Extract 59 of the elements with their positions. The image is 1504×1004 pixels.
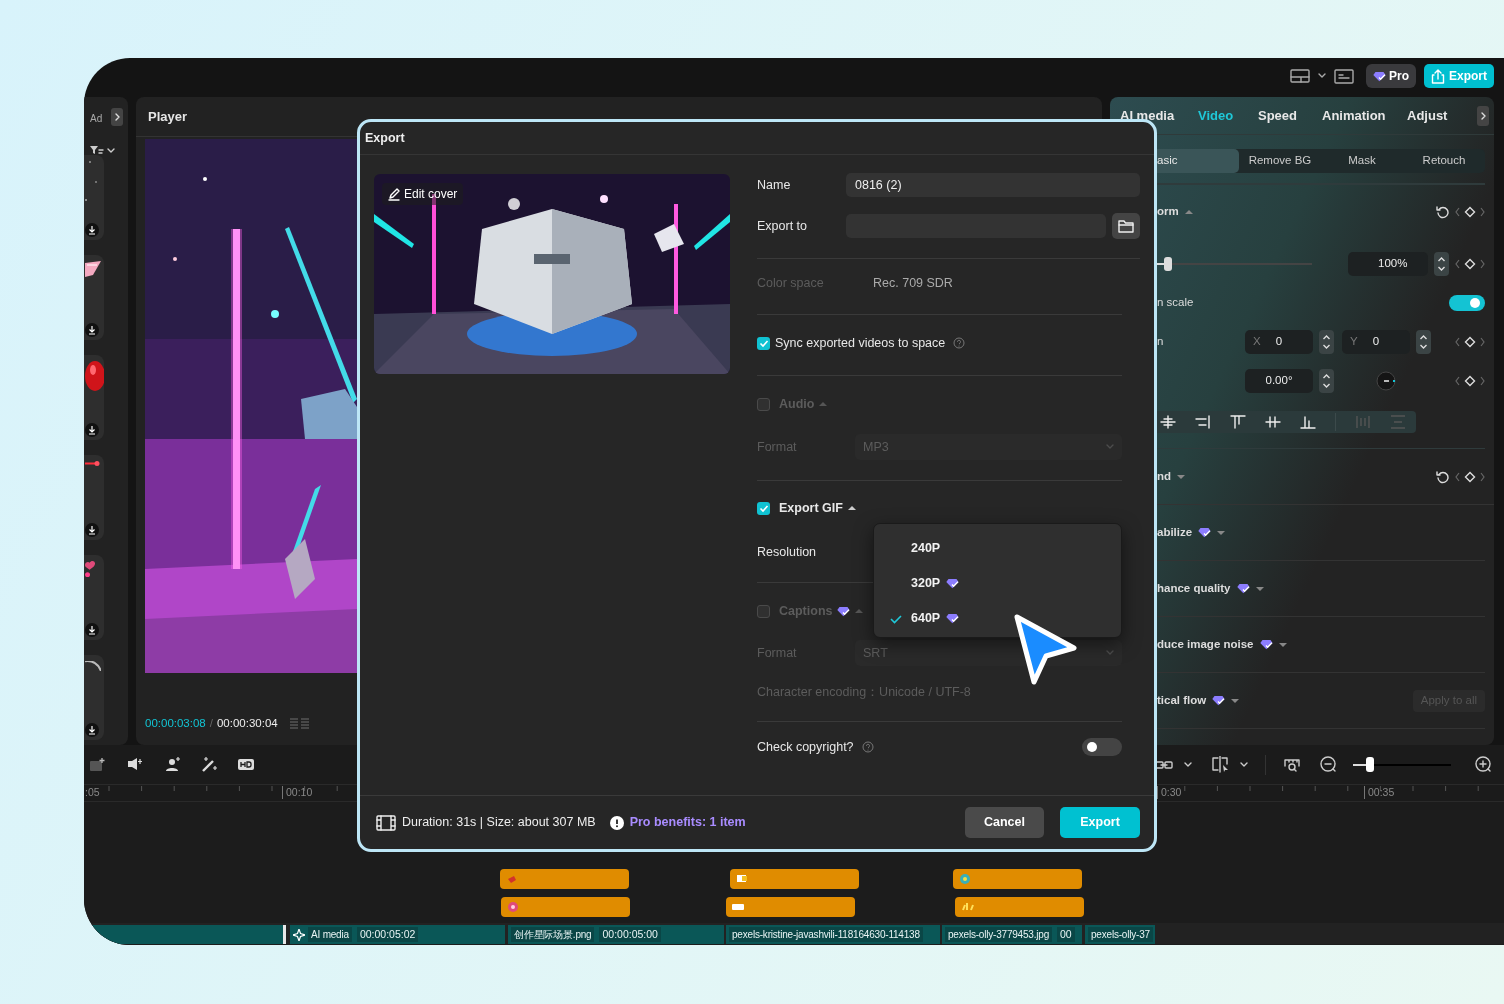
clip-name: pexels-kristine-javashvili-118164630-114138 — [729, 927, 923, 942]
option-label: Sync exported videos to space — [775, 334, 946, 352]
sub-tab[interactable]: Retouch — [1403, 149, 1485, 173]
clip-duration: 00:00:05:02 — [356, 927, 419, 942]
setting-label: n — [1157, 334, 1164, 350]
panel-tab[interactable]: Adjust — [1407, 105, 1448, 126]
media-clip[interactable]: AI media 00:00:05:02 — [290, 925, 505, 944]
clip-duration: 00:00:05:00 — [599, 927, 661, 942]
panel-title: Player — [148, 107, 188, 126]
current-time: 00:00:03:08 — [145, 716, 206, 731]
clip-name: 创作星际场景.png — [511, 927, 595, 942]
menu-option[interactable]: 240P — [874, 531, 1121, 566]
dialog-title: Export — [365, 129, 405, 147]
menu-option[interactable]: 640P — [874, 601, 1121, 636]
field-label: Export to — [757, 217, 809, 235]
rotation-field[interactable]: 0.00° — [1245, 369, 1313, 393]
sub-tab[interactable]: Remove BG — [1239, 149, 1321, 173]
panel-tab[interactable]: Ad — [90, 111, 103, 126]
section-title: orm — [1157, 204, 1179, 220]
field-value: 0 — [1275, 334, 1283, 350]
y-field[interactable]: Y 0 — [1342, 330, 1410, 354]
name-field[interactable]: 0816 (2) — [846, 173, 1140, 197]
ruler-label: 00:10 — [282, 786, 313, 799]
x-field[interactable]: X 0 — [1245, 330, 1313, 354]
option-label: Check copyright? — [757, 738, 854, 756]
total-time: 00:00:30:04 — [216, 716, 278, 731]
menu-option[interactable]: 320P — [874, 566, 1121, 601]
field-value: 0 — [1372, 334, 1380, 350]
section-title: hance quality — [1157, 580, 1231, 596]
media-clip[interactable]: 创作星际场景.png 00:00:05:00 — [508, 925, 724, 944]
section-title: abilize — [1157, 524, 1193, 540]
cancel-button[interactable]: Cancel — [965, 807, 1044, 838]
ruler-label: 00:35 — [1364, 786, 1395, 799]
value-field[interactable]: 100% — [1348, 252, 1428, 276]
panel-tab[interactable]: Animation — [1322, 105, 1386, 126]
pro-benefits-link[interactable]: Pro benefits: 1 item — [629, 813, 746, 832]
ruler-label: :05 — [84, 786, 100, 799]
section-title: nd — [1157, 468, 1172, 484]
axis-label: Y — [1350, 334, 1358, 350]
field-label: Resolution — [757, 543, 817, 561]
time-separator: / — [209, 716, 213, 731]
field-value: Rec. 709 SDR — [873, 274, 953, 292]
section-title: Export GIF — [779, 499, 843, 517]
clip-duration: 00 — [1057, 927, 1075, 942]
panel-tab[interactable]: Video — [1198, 105, 1234, 126]
section-title: tical flow — [1157, 692, 1207, 708]
panel-tab[interactable]: Speed — [1258, 105, 1297, 126]
media-clip[interactable]: pexels-kristine-javashvili-118164630-114138 — [726, 925, 940, 944]
axis-label: X — [1253, 334, 1261, 350]
section-title: duce image noise — [1157, 636, 1254, 652]
setting-label: n scale — [1157, 295, 1194, 311]
media-clip[interactable]: pexels-olly-3779453.jpg 00 — [942, 925, 1082, 944]
clip-name: AI media — [308, 927, 352, 942]
edit-cover-button[interactable]: Edit cover — [382, 183, 464, 205]
clip-name: pexels-olly-3779453.jpg — [945, 927, 1053, 942]
pro-button[interactable]: Pro — [1365, 64, 1416, 88]
field-label: Name — [757, 176, 792, 194]
export-summary: Duration: 31s | Size: about 307 MB — [402, 814, 596, 832]
sub-tab[interactable]: Mask — [1321, 149, 1403, 173]
